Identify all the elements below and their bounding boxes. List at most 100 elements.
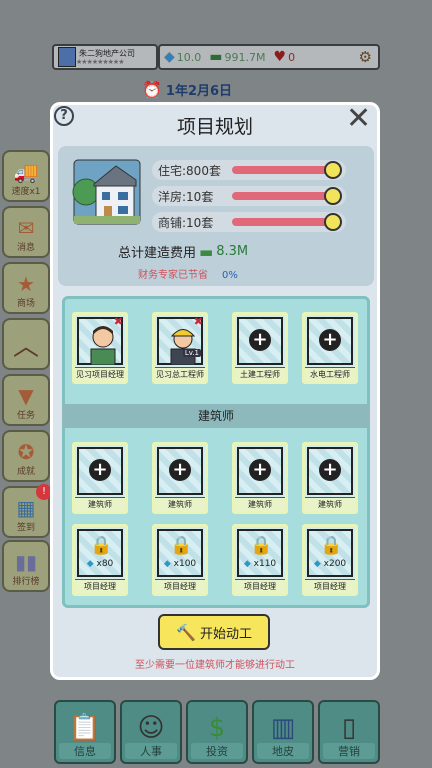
- chevron-up-icon: ︿: [12, 331, 39, 362]
- side-button-speed[interactable]: 🚚 速度x1: [2, 150, 50, 202]
- architect-slot[interactable]: + 建筑师: [152, 442, 208, 514]
- lock-icon: 🔒: [250, 535, 273, 556]
- side-button-label: 速度x1: [11, 187, 41, 197]
- manager-slot-mep-engineer[interactable]: + 水电工程师: [302, 312, 358, 384]
- slot-label: 建筑师: [75, 497, 125, 511]
- slot-label: 项目经理: [235, 579, 285, 593]
- side-button-store[interactable]: ★ 商场: [2, 262, 50, 314]
- side-button-label: 消息: [16, 243, 35, 253]
- unlock-price: ◆ x200: [305, 559, 355, 569]
- locked-slot[interactable]: 🔒 ◆ x200 项目经理: [302, 524, 358, 596]
- price-value: x110: [253, 559, 277, 569]
- house-illustration: [72, 159, 141, 225]
- locked-slot[interactable]: 🔒 ◆ x110 项目经理: [232, 524, 288, 596]
- slot-label: 建筑师: [305, 497, 355, 511]
- slot-label: 建筑师: [155, 497, 205, 511]
- game-date: ⏰ 1年2月6日: [142, 80, 232, 99]
- unlock-price: ◆ x110: [235, 559, 285, 569]
- diamond-icon: ◆: [313, 559, 321, 569]
- heart-icon: ♥: [273, 49, 287, 65]
- nav-info[interactable]: 📋 信息: [54, 700, 116, 764]
- nav-label: 信息: [58, 743, 112, 759]
- slider-label: 洋房:10套: [158, 189, 214, 204]
- saving-label: 财务专家已节省: [138, 270, 208, 281]
- resource-bar: ◆ 10.0 ▬ 991.7M ♥ 0 ⚙: [158, 44, 380, 70]
- side-button-messages[interactable]: ✉ 消息: [2, 206, 50, 258]
- cash-amount: 991.7M: [224, 50, 266, 64]
- manager-slot-project-manager[interactable]: ✖ 见习项目经理: [72, 312, 128, 384]
- manager-slot-civil-engineer[interactable]: + 土建工程师: [232, 312, 288, 384]
- cost-value: 8.3M: [216, 244, 249, 259]
- nav-personnel[interactable]: ☺ 人事: [120, 700, 182, 764]
- person-icon: ☺: [137, 713, 165, 743]
- slot-label: 见习项目经理: [75, 367, 125, 381]
- company-badge[interactable]: 朱二狗地产公司 ★★★★★★★★★: [52, 44, 158, 70]
- slot-label: 建筑师: [235, 497, 285, 511]
- start-label: 开始动工: [199, 626, 252, 642]
- gear-icon[interactable]: ⚙: [359, 48, 372, 66]
- cost-label: 总计建造费用: [118, 246, 197, 261]
- architect-slot[interactable]: + 建筑师: [302, 442, 358, 514]
- chat-icon: ✉: [17, 216, 35, 240]
- requirement-tip: 至少需要一位建筑师才能够进行动工: [135, 660, 295, 671]
- nav-marketing[interactable]: ▯ 营销: [318, 700, 380, 764]
- manager-slot-chief-engineer[interactable]: ✖ Lv.1 见习总工程师: [152, 312, 208, 384]
- total-cost: 总计建造费用 ▬ 8.3M: [118, 242, 249, 262]
- nav-label: 人事: [124, 743, 178, 759]
- unlock-price: ◆ x80: [75, 559, 125, 569]
- side-button-label: 签到: [16, 523, 35, 533]
- price-value: x200: [323, 559, 347, 569]
- side-button-label: 任务: [16, 411, 35, 421]
- side-button-label: 排行榜: [12, 577, 40, 587]
- slider-track[interactable]: [232, 161, 342, 179]
- engineer-portrait: [170, 329, 196, 365]
- remove-icon[interactable]: ✖: [114, 315, 123, 328]
- diamond-icon: ◆: [243, 559, 251, 569]
- locked-slot[interactable]: 🔒 ◆ x100 项目经理: [152, 524, 208, 596]
- architect-slot[interactable]: + 建筑师: [232, 442, 288, 514]
- add-icon: +: [249, 459, 271, 481]
- slider-knob[interactable]: [324, 161, 342, 179]
- close-icon[interactable]: ✕: [346, 104, 371, 134]
- start-construction-button[interactable]: 🔨 开始动工: [158, 614, 270, 650]
- nav-label: 地皮: [256, 743, 310, 759]
- diamond-icon: ◆: [164, 49, 175, 65]
- add-icon: +: [249, 329, 271, 351]
- slider-track[interactable]: [232, 213, 342, 231]
- price-value: x100: [173, 559, 197, 569]
- side-button-label: 成就: [16, 467, 35, 477]
- lock-icon: 🔒: [170, 535, 193, 556]
- slider-residential[interactable]: 住宅:800套: [152, 160, 346, 180]
- store-icon: ★: [17, 272, 35, 296]
- nav-land[interactable]: ▥ 地皮: [252, 700, 314, 764]
- architect-slot[interactable]: + 建筑师: [72, 442, 128, 514]
- nav-invest[interactable]: $ 投资: [186, 700, 248, 764]
- side-button-tasks[interactable]: ▼ 任务: [2, 374, 50, 426]
- slider-shops[interactable]: 商铺:10套: [152, 212, 346, 232]
- slot-label: 项目经理: [305, 579, 355, 593]
- manager-portrait: [90, 326, 116, 365]
- level-badge: Lv.1: [182, 349, 201, 357]
- side-button-achievements[interactable]: ✪ 成就: [2, 430, 50, 482]
- slider-knob[interactable]: [324, 187, 342, 205]
- nav-label: 营销: [322, 743, 376, 759]
- add-icon: +: [319, 329, 341, 351]
- side-button-ranking[interactable]: ▮▮ 排行榜: [2, 540, 50, 592]
- locked-slot[interactable]: 🔒 ◆ x80 项目经理: [72, 524, 128, 596]
- ranking-icon: ▮▮: [14, 550, 37, 574]
- company-building-icon: [58, 47, 76, 67]
- side-button-label: 商场: [16, 299, 35, 309]
- slider-villa[interactable]: 洋房:10套: [152, 186, 346, 206]
- side-button-collapse[interactable]: ︿: [2, 318, 50, 370]
- slider-label: 住宅:800套: [158, 163, 221, 178]
- architect-section-title: 建筑师: [62, 404, 370, 428]
- truck-icon: 🚚: [13, 160, 39, 184]
- slot-label: 土建工程师: [235, 367, 285, 381]
- clipboard-icon: 📋: [68, 713, 102, 743]
- saving-value: 0%: [222, 270, 238, 281]
- slider-track[interactable]: [232, 187, 342, 205]
- slider-knob[interactable]: [324, 213, 342, 231]
- remove-icon[interactable]: ✖: [194, 315, 203, 328]
- lock-icon: 🔒: [90, 535, 113, 556]
- slider-label: 商铺:10套: [158, 215, 214, 230]
